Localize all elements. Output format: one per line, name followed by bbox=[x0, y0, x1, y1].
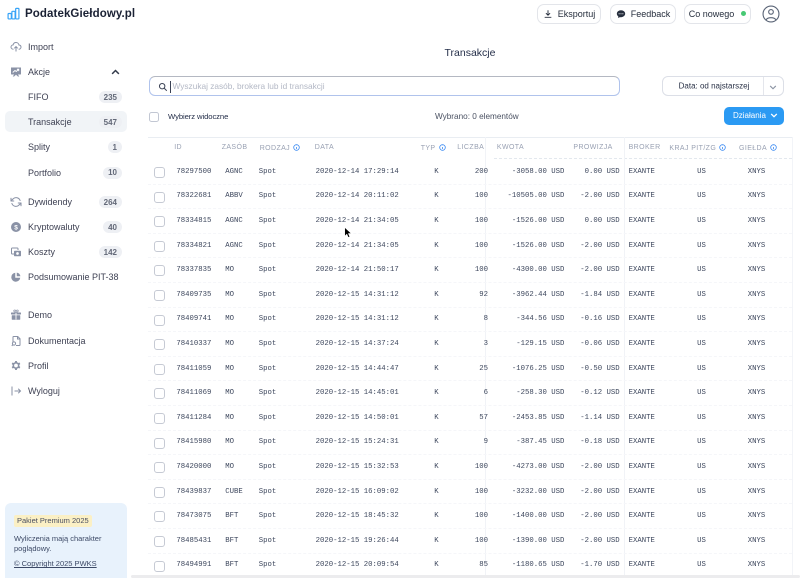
svg-text:$: $ bbox=[14, 224, 18, 231]
